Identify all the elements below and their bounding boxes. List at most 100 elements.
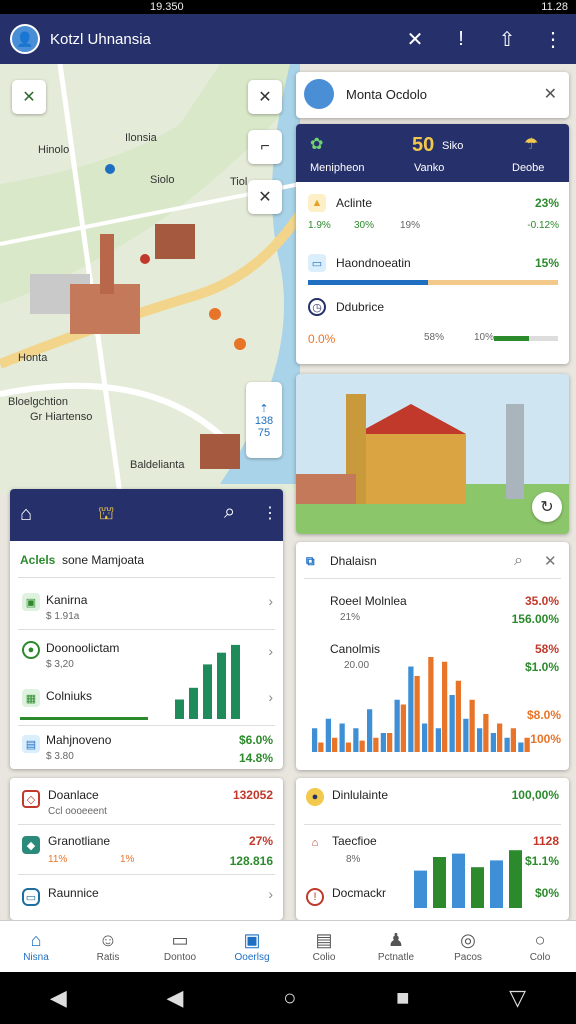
map-view[interactable]: Hinolo Ilonsia Siolo Tiol Honta Bloelgch… <box>0 64 576 920</box>
summary-r2-value: 27% <box>248 834 273 848</box>
progress-bar <box>20 717 148 720</box>
chevron-right-icon[interactable]: › <box>268 689 273 705</box>
app-bar: 👤 Kotzl Uhnansia ✕ ! ⇧ ⋮ <box>0 14 576 64</box>
chart-bar <box>490 733 496 752</box>
chart-row1-sub: 21% <box>340 612 361 623</box>
search-icon[interactable]: ⌕ <box>224 501 235 524</box>
mini-bar <box>175 699 184 719</box>
nav-ooerlsg[interactable]: ▣ Ooerlsg <box>216 921 288 972</box>
nav-home[interactable]: ⌂ Nisna <box>0 921 72 972</box>
divider <box>18 824 275 825</box>
home-icon: ⌂ <box>30 930 42 950</box>
list-item-label[interactable]: Colniuks <box>46 689 92 703</box>
avatar[interactable]: 👤 <box>10 24 40 54</box>
folder-icon[interactable]: ⌂ <box>20 503 32 526</box>
list-card: ⌂ ⛫ ⌕ ⋮ Aclels sone Mamjoata ▣ Kanirna $… <box>10 489 283 769</box>
mini-bar-chart <box>414 850 522 908</box>
summary-r3-label[interactable]: Raunnice <box>48 886 99 900</box>
divider <box>304 824 561 825</box>
tools-button[interactable]: ✕ <box>12 80 46 114</box>
tag-icon: ◇ <box>22 790 40 808</box>
nav-pacos[interactable]: ◎ Pacos <box>432 921 504 972</box>
summary-right-r2-label: Taecfioe <box>332 834 377 848</box>
stat-row3-b: 58% <box>424 332 445 343</box>
list-item-label[interactable]: Kanirna <box>46 593 87 607</box>
chevron-right-icon[interactable]: › <box>268 886 273 902</box>
list-item-label[interactable]: Doonoolictam <box>46 641 119 655</box>
chart-icon: ⧉ <box>306 554 315 568</box>
nav-label: Ratis <box>96 952 120 963</box>
summary-right-r1-label: Dinlulainte <box>332 788 389 802</box>
stat-row3-c: 10% <box>474 332 495 343</box>
stat-row2-track <box>308 280 558 285</box>
mini-bar <box>433 857 446 908</box>
chart-bar <box>353 728 359 752</box>
stat-row1-b: 30% <box>354 220 375 231</box>
compass-icon: ◎ <box>460 930 476 950</box>
stats-col2: Vanko <box>414 162 445 174</box>
nav-ratis[interactable]: ☺ Ratis <box>72 921 144 972</box>
mini-bar <box>490 860 503 908</box>
place-info-card[interactable]: Monta Ocdolo ✕ <box>296 72 569 118</box>
home-icon: ⌂ <box>311 837 319 849</box>
bookmark-icon[interactable]: ⛫ <box>98 503 115 527</box>
map-label: Bloelgchtion <box>8 396 68 408</box>
system-navigation: ◀ ◀ ○ ■ ▽ <box>0 972 576 1024</box>
summary-r1-sub: Ccl oooeeent <box>48 806 107 817</box>
close-icon[interactable]: ✕ <box>544 84 557 104</box>
nav-label: Nisna <box>23 952 49 963</box>
mini-bar <box>217 652 226 719</box>
map-label: Siolo <box>150 174 175 186</box>
close-icon[interactable]: ✕ <box>392 27 438 52</box>
place-title: Monta Ocdolo <box>346 87 427 102</box>
back-icon[interactable]: ◀ <box>167 985 184 1011</box>
search-icon[interactable]: ⌕ <box>514 552 523 570</box>
share-icon[interactable]: ⇧ <box>484 27 530 52</box>
refresh-button[interactable]: ↻ <box>532 492 562 522</box>
zoom-in-icon[interactable]: ⇡ <box>259 402 268 415</box>
capsule-icon: ▭ <box>22 888 40 906</box>
nav-pctnatle[interactable]: ♟ Pctnatle <box>360 921 432 972</box>
more-icon[interactable]: ⋮ <box>262 503 278 523</box>
chevron-right-icon[interactable]: › <box>268 643 273 659</box>
chart-bar <box>518 742 524 752</box>
list-item-label[interactable]: Mahjnoveno <box>46 733 111 747</box>
stats-col3: Deobe <box>512 162 545 174</box>
map-close-button[interactable]: ✕ <box>248 80 282 114</box>
down-icon[interactable]: ▽ <box>509 985 526 1011</box>
info-icon[interactable]: ! <box>438 28 484 51</box>
map-label: Baldelianta <box>130 459 185 471</box>
nav-dontoo[interactable]: ▭ Dontoo <box>144 921 216 972</box>
mini-bar <box>509 850 522 908</box>
circle-icon: ○ <box>534 930 546 950</box>
chart-bar <box>455 680 461 752</box>
layers-button[interactable]: ⌐ <box>248 130 282 164</box>
stats-big-unit: Siko <box>442 140 464 152</box>
home-button-icon[interactable]: ○ <box>283 985 296 1011</box>
mini-bar <box>189 687 198 719</box>
nav-label: Pctnatle <box>377 952 415 963</box>
recents-icon[interactable]: ■ <box>396 985 409 1011</box>
nav-colo[interactable]: ○ Colo <box>504 921 576 972</box>
zoom-control[interactable]: ⇡ 138 75 <box>246 382 282 458</box>
chart-bar <box>428 657 434 752</box>
nav-label: Ooerlsg <box>234 952 270 963</box>
chevron-right-icon[interactable]: › <box>268 593 273 609</box>
chart-bar <box>449 695 455 752</box>
more-icon[interactable]: ⋮ <box>530 27 576 52</box>
close-icon[interactable]: ✕ <box>544 552 557 570</box>
stat-row2-bar <box>308 280 428 285</box>
list-item-value2: 14.8% <box>238 751 273 765</box>
stat-row1-c: 19% <box>400 220 421 231</box>
map-label: Ilonsia <box>125 132 157 144</box>
stat-row1-a: 1.9% <box>308 220 331 231</box>
chart-bar <box>408 666 414 752</box>
back-icon[interactable]: ◀ <box>50 985 67 1011</box>
summary-r2-label: Granotliane <box>48 834 111 848</box>
chart-bar <box>400 704 406 752</box>
nav-colio[interactable]: ▤ Colio <box>288 921 360 972</box>
mini-bar <box>203 664 212 719</box>
nav-label: Pacos <box>454 952 482 963</box>
divider <box>18 874 275 875</box>
compass-button[interactable]: ✕ <box>248 180 282 214</box>
